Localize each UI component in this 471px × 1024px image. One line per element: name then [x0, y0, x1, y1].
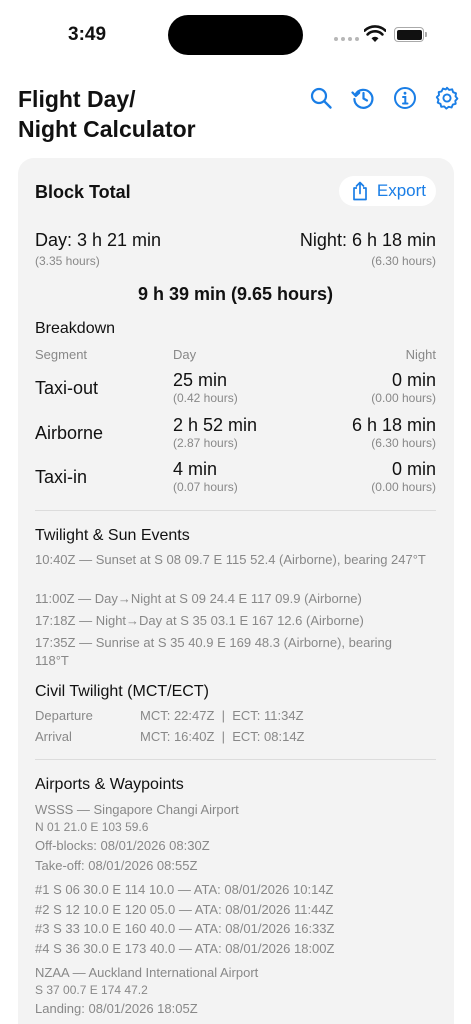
dynamic-island [168, 15, 303, 55]
off-blocks-time: Off-blocks: 08/01/2026 08:30Z [35, 838, 210, 853]
event-item: 17:35Z — Sunrise at S 35 40.9 E 169 48.3… [35, 635, 392, 668]
twilight-value: MCT: 22:47Z | ECT: 11:34Z [140, 708, 304, 723]
battery-icon [394, 27, 427, 42]
airports-title: Airports & Waypoints [35, 776, 184, 793]
col-day: Day [173, 347, 197, 362]
twilight-label: Departure [35, 708, 93, 723]
arrival-coords: S 37 00.7 E 174 47.2 [35, 983, 148, 997]
segment-day-hours: (0.42 hours) [173, 391, 238, 405]
event-item: 10:40Z — Sunset at S 08 09.7 E 115 52.4 … [35, 552, 426, 567]
segment-night-hours: (0.00 hours) [371, 391, 436, 405]
day-total-hours: (3.35 hours) [35, 254, 100, 268]
search-button[interactable] [300, 84, 342, 112]
export-label: Export [376, 181, 426, 200]
status-time: 3:49 [68, 24, 107, 45]
night-total-hours: (6.30 hours) [371, 254, 436, 268]
settings-button[interactable] [426, 84, 468, 112]
table-row: Taxi-in 4 min (0.07 hours) 0 min (0.00 h… [35, 459, 436, 499]
civil-twilight-title: Civil Twilight (MCT/ECT) [35, 683, 209, 700]
landing-time: Landing: 08/01/2026 18:05Z [35, 1001, 198, 1016]
breakdown-title: Breakdown [35, 320, 116, 337]
export-button[interactable]: Export [338, 176, 436, 206]
divider [35, 759, 436, 760]
status-bar: 3:49 [0, 0, 471, 70]
day-total: Day: 3 h 21 min [35, 230, 162, 250]
cellular-signal-icon [334, 37, 359, 41]
takeoff-time: Take-off: 08/01/2026 08:55Z [35, 858, 198, 873]
col-night: Night [405, 347, 436, 362]
block-total-value: 9 h 39 min (9.65 hours) [137, 284, 334, 304]
segment-day: 2 h 52 min [173, 415, 258, 435]
info-button[interactable] [384, 84, 426, 112]
segment-day-hours: (2.87 hours) [173, 436, 238, 450]
segment-night: 0 min [391, 370, 436, 390]
segment-night-hours: (0.00 hours) [371, 480, 436, 494]
info-icon [394, 87, 416, 109]
divider [35, 510, 436, 511]
waypoint-item: #2 S 12 10.0 E 120 05.0 — ATA: 08/01/202… [35, 902, 334, 917]
waypoint-item: #3 S 33 10.0 E 160 40.0 — ATA: 08/01/202… [35, 921, 335, 936]
results-card: Block Total Export Day: 3 h 21 min (3.35… [18, 158, 454, 1024]
toolbar [300, 84, 468, 112]
twilight-label: Arrival [35, 729, 72, 744]
waypoint-item: #1 S 06 30.0 E 114 10.0 — ATA: 08/01/202… [35, 882, 334, 897]
wifi-icon [364, 25, 386, 42]
night-total: Night: 6 h 18 min [299, 230, 436, 250]
history-icon [351, 88, 374, 109]
segment-night-hours: (6.30 hours) [371, 436, 436, 450]
history-button[interactable] [342, 84, 384, 112]
segment-day: 4 min [173, 459, 218, 479]
search-icon [310, 87, 332, 109]
col-segment: Segment [35, 347, 88, 362]
page-title: Flight Day/ Night Calculator [18, 86, 196, 142]
twilight-value: MCT: 16:40Z | ECT: 08:14Z [140, 729, 305, 744]
segment-night: 0 min [391, 459, 436, 479]
gear-icon [435, 86, 459, 110]
table-row: Taxi-out 25 min (0.42 hours) 0 min (0.00… [35, 370, 436, 410]
segment-name: Taxi-out [35, 378, 99, 398]
departure-airport: WSSS — Singapore Changi Airport [35, 802, 239, 817]
share-icon [353, 181, 367, 201]
segment-day: 25 min [173, 370, 228, 390]
twilight-events-title: Twilight & Sun Events [35, 527, 190, 544]
segment-day-hours: (0.07 hours) [173, 480, 238, 494]
waypoint-item: #4 S 36 30.0 E 173 40.0 — ATA: 08/01/202… [35, 941, 335, 956]
segment-name: Airborne [35, 423, 104, 443]
arrival-airport: NZAA — Auckland International Airport [35, 965, 259, 980]
departure-coords: N 01 21.0 E 103 59.6 [35, 820, 149, 834]
segment-night: 6 h 18 min [351, 415, 436, 435]
event-item: 17:18Z — Night→Day at S 35 03.1 E 167 12… [35, 613, 364, 628]
table-row: Airborne 2 h 52 min (2.87 hours) 6 h 18 … [35, 415, 436, 455]
segment-name: Taxi-in [35, 467, 88, 487]
event-item: 11:00Z — Day→Night at S 09 24.4 E 117 09… [35, 591, 362, 606]
block-total-title: Block Total [35, 182, 131, 202]
